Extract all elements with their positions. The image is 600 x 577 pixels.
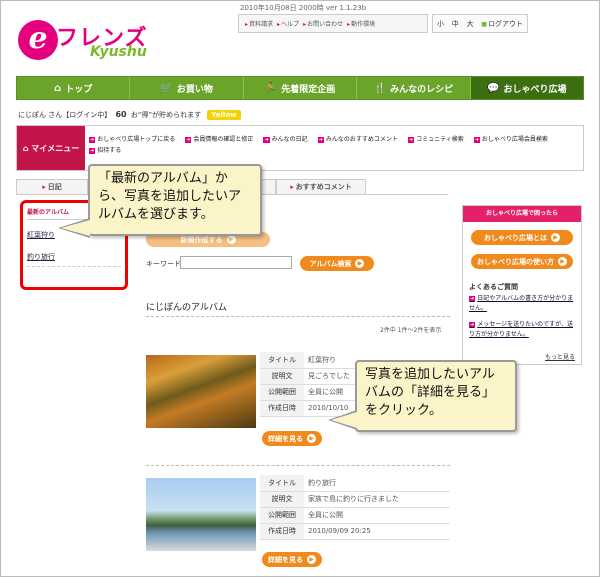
font-size-large[interactable]: 大 — [467, 19, 474, 29]
mymenu-link-comments[interactable]: みんなのおすすめコメント — [318, 134, 398, 143]
album-search-button[interactable]: アルバム検索 ▶ — [300, 256, 374, 271]
global-nav: ⌂ トップ 🛒 お買い物 🏃 先着限定企画 🍴 みんなのレシピ 💬 おしゃべり広場 — [16, 76, 584, 100]
nav-chat-plaza[interactable]: 💬 おしゃべり広場 — [470, 77, 584, 99]
nav-limited[interactable]: 🏃 先着限定企画 — [244, 77, 358, 99]
help-heading: おしゃべり広場で困ったら — [463, 206, 581, 222]
mymenu-link-top[interactable]: おしゃべり広場トップに戻る — [89, 134, 175, 143]
callout-click-detail: 写真を追加したいアルバムの「詳細を見る」をクリック。 — [355, 360, 517, 432]
mymenu-link-invite[interactable]: 招待する — [89, 145, 121, 154]
detail-button-fishing[interactable]: 詳細を見る ▶ — [262, 552, 322, 567]
mymenu-link-diary[interactable]: みんなの日記 — [263, 134, 308, 143]
arrow-icon: ▶ — [355, 259, 365, 268]
mymenu-link-member-search[interactable]: おしゃべり広場会員検索 — [474, 134, 548, 143]
mymenu-link-community[interactable]: コミュニティ検索 — [408, 134, 464, 143]
desc-key: 説明文 — [260, 368, 304, 385]
util-link-contact[interactable]: お問い合わせ — [303, 19, 343, 28]
nav-recipes[interactable]: 🍴 みんなのレシピ — [357, 77, 471, 99]
title-key: タイトル — [260, 352, 304, 369]
desc-value: 家族で島に釣りに行きました — [304, 491, 450, 508]
pub-key: 公開範囲 — [260, 507, 304, 524]
util-link-help[interactable]: ヘルプ — [277, 19, 299, 28]
album-thumbnail-fishing[interactable] — [146, 478, 256, 551]
keyword-input[interactable] — [180, 256, 292, 269]
callout-pointer-fill — [331, 412, 357, 428]
date-key: 作成日時 — [260, 400, 304, 417]
howto-plaza-button[interactable]: おしゃべり広場の使い方 ▶ — [471, 254, 573, 269]
album-link-fishing[interactable]: 釣り旅行 — [27, 252, 121, 262]
my-menu-links: おしゃべり広場トップに戻る 会員情報の確認と修正 みんなの日記 みんなのおすすめ… — [89, 134, 579, 154]
title-key: タイトル — [260, 475, 304, 492]
arrow-icon: ▶ — [558, 257, 567, 266]
nav-top[interactable]: ⌂ トップ — [17, 77, 131, 99]
about-plaza-button[interactable]: おしゃべり広場とは ▶ — [471, 230, 573, 245]
album-thumbnail-koyo[interactable] — [146, 355, 256, 428]
mymenu-link-profile[interactable]: 会員情報の確認と修正 — [185, 134, 253, 143]
faq-link-diary[interactable]: 日記やアルバムの書き方が分かりません。 — [469, 294, 577, 313]
cart-icon: 🛒 — [160, 82, 173, 94]
login-state: さん【ログイン中】 — [48, 111, 112, 119]
callout-pointer-fill — [61, 220, 90, 236]
arrow-icon: ▶ — [551, 233, 560, 242]
fork-icon: 🍴 — [373, 82, 387, 94]
divider — [146, 465, 450, 466]
util-link-docs[interactable]: 資料請求 — [245, 19, 273, 28]
faq-title: よくあるご質問 — [469, 283, 518, 291]
my-menu-label: ⌂ マイメニュー — [17, 126, 85, 170]
arrow-icon: ▶ — [307, 555, 316, 564]
pub-key: 公開範囲 — [260, 384, 304, 401]
site-logo[interactable]: e フレンズ Kyushu — [18, 14, 148, 64]
detail-button-koyo[interactable]: 詳細を見る ▶ — [262, 431, 322, 446]
util-link-env[interactable]: 動作環境 — [347, 19, 375, 28]
divider — [146, 316, 450, 317]
title-value: 釣り旅行 — [304, 475, 450, 492]
tab-recommended[interactable]: おすすめコメント — [276, 179, 366, 194]
font-size-small[interactable]: 小 — [437, 19, 444, 29]
result-count: 2件中 1件～2件を表示 — [380, 327, 442, 334]
logo-region: Kyushu — [90, 44, 147, 60]
date-value: 2010/09/09 20:25 — [304, 523, 450, 540]
font-size-medium[interactable]: 中 — [452, 19, 459, 29]
keyword-label: キーワード — [146, 260, 181, 268]
points-value: 60 — [115, 110, 127, 119]
home-icon: ⌂ — [22, 143, 32, 153]
album-info-fishing: タイトル 釣り旅行 説明文 家族で島に釣りに行きました 公開範囲 全員に公開 作成日時… — [260, 475, 450, 540]
desc-key: 説明文 — [260, 491, 304, 508]
points-note: お“得”が貯められます — [130, 111, 202, 119]
logout-link[interactable]: ログアウト — [481, 19, 523, 29]
user-name: にじぽん — [18, 111, 46, 119]
pub-value: 全員に公開 — [304, 507, 450, 524]
date-version: 2010年10月08日 2000時 ver 1.1.23b — [240, 4, 367, 12]
rank-badge: Yellow — [207, 110, 241, 120]
speech-icon: 💬 — [487, 82, 500, 94]
user-status: にじぽん さん【ログイン中】 60 お“得”が貯められます Yellow — [18, 110, 241, 120]
date-key: 作成日時 — [260, 523, 304, 540]
nav-shopping[interactable]: 🛒 お買い物 — [130, 77, 244, 99]
divider — [27, 266, 121, 267]
album-section-title: にじぽんのアルバム — [146, 303, 227, 313]
callout-select-album: 「最新のアルバム」から、写真を追加したいアルバムを選びます。 — [88, 164, 262, 236]
arrow-icon: ▶ — [226, 235, 236, 244]
faq-more-link[interactable]: もっと見る — [545, 352, 575, 361]
house-icon: ⌂ — [54, 82, 62, 94]
logo-e-mark: e — [18, 20, 58, 60]
faq-link-message[interactable]: メッセージを送りたいのですが、送り方が分かりません。 — [469, 320, 577, 339]
tab-diary[interactable]: 日記 — [16, 179, 88, 194]
arrow-icon: ▶ — [307, 434, 316, 443]
runner-icon: 🏃 — [264, 82, 278, 94]
utility-links: 資料請求 ヘルプ お問い合わせ 動作環境 — [238, 14, 428, 33]
font-size-switcher: 小 中 大 ログアウト — [432, 14, 528, 33]
help-panel: おしゃべり広場で困ったら おしゃべり広場とは ▶ おしゃべり広場の使い方 ▶ よくあ… — [462, 205, 582, 365]
